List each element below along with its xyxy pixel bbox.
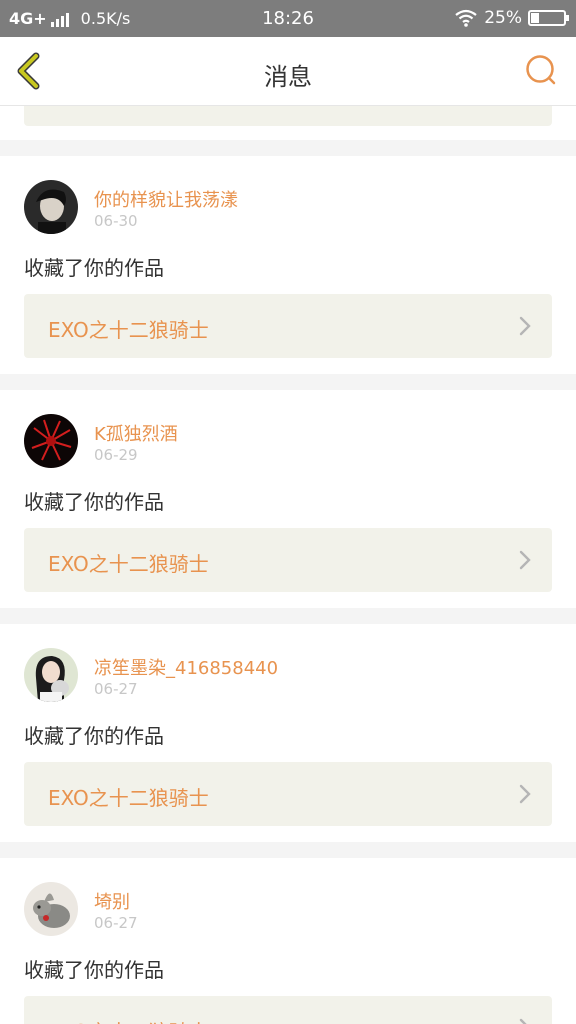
notification-item: 凉笙墨染_416858440 06-27 收藏了你的作品 EXO之十二狼骑士 <box>0 624 576 842</box>
avatar[interactable] <box>24 882 78 936</box>
chevron-right-icon <box>519 316 531 336</box>
date: 06-27 <box>94 914 138 932</box>
work-link-partial[interactable] <box>24 106 552 126</box>
search-icon[interactable] <box>524 53 558 87</box>
date: 06-30 <box>94 212 138 230</box>
battery-percent: 25% <box>484 8 522 28</box>
notification-item: 埼别 06-27 收藏了你的作品 EXO之十二狼骑士 <box>0 858 576 1024</box>
username[interactable]: 埼别 <box>94 888 130 914</box>
work-title: EXO之十二狼骑士 <box>48 552 209 576</box>
username[interactable]: K孤独烈酒 <box>94 420 178 446</box>
username[interactable]: 你的样貌让我荡漾 <box>94 186 238 212</box>
action-text: 收藏了你的作品 <box>24 724 164 748</box>
chevron-right-icon <box>519 550 531 570</box>
status-bar: 4G+ 0.5K/s 18:26 25% <box>0 0 576 37</box>
notification-item: K孤独烈酒 06-29 收藏了你的作品 EXO之十二狼骑士 <box>0 390 576 608</box>
work-link[interactable]: EXO之十二狼骑士 <box>24 294 552 358</box>
page-title: 消息 <box>264 63 312 91</box>
avatar[interactable] <box>24 414 78 468</box>
avatar[interactable] <box>24 648 78 702</box>
work-link[interactable]: EXO之十二狼骑士 <box>24 762 552 826</box>
status-right: 25% <box>454 8 569 28</box>
battery-icon <box>528 10 569 26</box>
date: 06-29 <box>94 446 138 464</box>
username[interactable]: 凉笙墨染_416858440 <box>94 654 278 680</box>
work-title: EXO之十二狼骑士 <box>48 786 209 810</box>
wifi-icon <box>455 9 477 27</box>
notification-list[interactable]: 你的样貌让我荡漾 06-30 收藏了你的作品 EXO之十二狼骑士 K孤独烈酒 0… <box>0 106 576 1024</box>
avatar[interactable] <box>24 180 78 234</box>
work-link[interactable]: EXO之十二狼骑士 <box>24 996 552 1024</box>
action-text: 收藏了你的作品 <box>24 256 164 280</box>
nav-bar: 消息 <box>0 37 576 106</box>
action-text: 收藏了你的作品 <box>24 958 164 982</box>
chevron-right-icon <box>519 784 531 804</box>
date: 06-27 <box>94 680 138 698</box>
list-item-partial <box>0 106 576 140</box>
notification-item: 你的样貌让我荡漾 06-30 收藏了你的作品 EXO之十二狼骑士 <box>0 156 576 374</box>
work-title: EXO之十二狼骑士 <box>48 1016 209 1024</box>
chevron-right-icon <box>519 1018 527 1024</box>
action-text: 收藏了你的作品 <box>24 490 164 514</box>
work-link[interactable]: EXO之十二狼骑士 <box>24 528 552 592</box>
work-title: EXO之十二狼骑士 <box>48 318 209 342</box>
